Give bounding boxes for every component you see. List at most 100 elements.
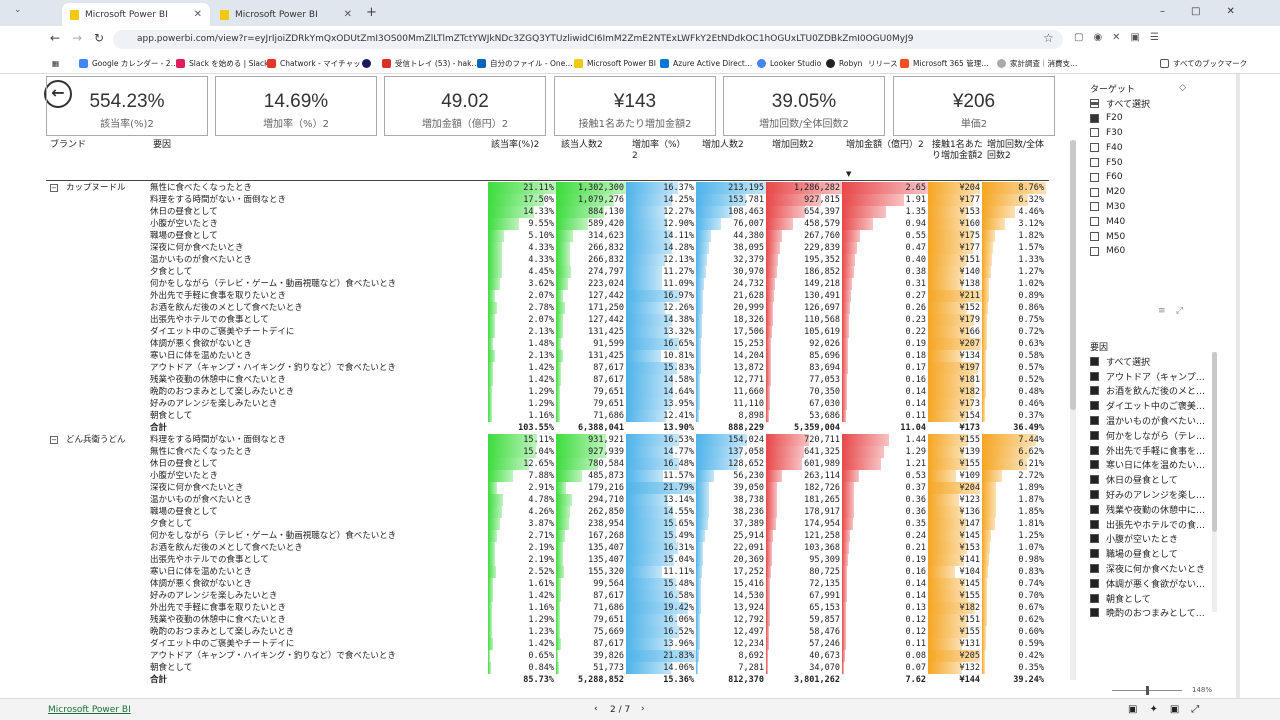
bookmark-item[interactable]: Slack を始める | Slack: [176, 58, 269, 68]
slicer-item[interactable]: 出張先やホテルでの食…: [1090, 517, 1220, 532]
checkbox[interactable]: [1090, 386, 1099, 396]
checkbox[interactable]: [1090, 445, 1099, 455]
checkbox[interactable]: [1090, 113, 1099, 123]
page-scrollbar[interactable]: [1236, 74, 1240, 698]
column-header[interactable]: 増加率（%）2: [632, 140, 690, 162]
next-page-button[interactable]: ›: [641, 704, 645, 714]
checkbox[interactable]: [1090, 128, 1099, 138]
column-header[interactable]: 増加回数2: [772, 140, 844, 151]
checkbox[interactable]: [1090, 143, 1099, 153]
slicer-item[interactable]: 好みのアレンジを楽し…: [1090, 487, 1220, 502]
table-scrollbar[interactable]: [1070, 140, 1076, 680]
slicer-item[interactable]: 朝食として: [1090, 591, 1220, 606]
checkbox[interactable]: [1090, 430, 1099, 440]
slicer-item[interactable]: 温かいものが食べたい…: [1090, 413, 1220, 428]
checkbox[interactable]: [1090, 578, 1099, 588]
bookmark-item[interactable]: [362, 58, 375, 68]
slicer-item[interactable]: すべて選択: [1090, 354, 1220, 369]
slicer-item[interactable]: F20: [1090, 111, 1230, 126]
filter-icon[interactable]: ≡: [1158, 306, 1166, 316]
slicer-item[interactable]: F30: [1090, 126, 1230, 141]
slicer-item[interactable]: 何かをしながら（テレ…: [1090, 428, 1220, 443]
bookmark-item[interactable]: 受信トレイ (53) - hak…: [382, 58, 479, 68]
slicer-item[interactable]: 小腹が空いたとき: [1090, 532, 1220, 547]
slicer-item[interactable]: M40: [1090, 214, 1230, 229]
collapse-icon[interactable]: −: [50, 184, 58, 192]
slicer-item[interactable]: 晩酌のおつまみとして…: [1090, 606, 1220, 621]
checkbox[interactable]: [1090, 490, 1099, 500]
bookmark-item[interactable]: Chatwork - マイチャット: [267, 58, 368, 68]
checkbox[interactable]: [1090, 172, 1099, 182]
table-scroll-thumb[interactable]: [1070, 140, 1076, 410]
column-header[interactable]: 増加回数/全体回数2: [987, 140, 1047, 162]
slicer-item[interactable]: 残業や夜勤の休憩中に…: [1090, 502, 1220, 517]
forward-icon[interactable]: →: [72, 31, 82, 45]
checkbox[interactable]: [1090, 246, 1099, 256]
checkbox[interactable]: [1090, 534, 1099, 544]
slicer-item[interactable]: M20: [1090, 185, 1230, 200]
slicer-item[interactable]: F40: [1090, 140, 1230, 155]
slicer-item[interactable]: すべて選択: [1090, 96, 1230, 111]
reload-icon[interactable]: ↻: [94, 31, 104, 45]
url-field[interactable]: app.powerbi.com/view?r=eyJrIjoiZDRkYmQxO…: [113, 30, 1063, 49]
close-icon[interactable]: ✕: [344, 9, 352, 20]
checkbox[interactable]: [1090, 202, 1099, 212]
checkbox[interactable]: [1090, 232, 1099, 242]
prev-page-button[interactable]: ‹: [594, 704, 598, 714]
slicer-item[interactable]: 職場の昼食として: [1090, 546, 1220, 561]
slicer-scroll-thumb[interactable]: [1212, 352, 1217, 532]
checkbox[interactable]: [1090, 504, 1099, 514]
window-controls[interactable]: –□✕: [1160, 6, 1261, 17]
checkbox[interactable]: [1090, 371, 1099, 381]
checkbox[interactable]: [1090, 187, 1099, 197]
slicer-item[interactable]: M50: [1090, 229, 1230, 244]
slicer-item[interactable]: 深夜に何か食べたいとき: [1090, 561, 1220, 576]
column-header[interactable]: 該当率(%)2: [491, 140, 555, 151]
checkbox[interactable]: [1090, 401, 1099, 411]
back-icon[interactable]: ←: [50, 31, 60, 45]
checkbox[interactable]: [1090, 593, 1099, 603]
column-header[interactable]: 接触1名あたり増加金額2: [932, 140, 984, 162]
tab-inactive[interactable]: Microsoft Power BI ✕: [212, 3, 360, 26]
slicer-item[interactable]: 体調が悪く食欲がない…: [1090, 576, 1220, 591]
bookmark-item[interactable]: リリース: [868, 58, 898, 68]
extension-icons[interactable]: ▢◉✕▣☰: [1074, 32, 1169, 43]
checkbox[interactable]: [1090, 564, 1099, 574]
column-header[interactable]: ブランド: [50, 140, 86, 151]
checkbox[interactable]: [1090, 217, 1099, 227]
bookmark-item[interactable]: Microsoft Power BI: [574, 58, 656, 68]
eraser-icon[interactable]: ◇: [1179, 83, 1186, 93]
slicer-item[interactable]: M30: [1090, 200, 1230, 215]
slicer-item[interactable]: M60: [1090, 244, 1230, 259]
checkbox[interactable]: [1090, 608, 1099, 618]
star-icon[interactable]: ☆: [1043, 31, 1054, 45]
bookmark-item[interactable]: Google カレンダー - 2…: [79, 58, 178, 68]
bookmark-item[interactable]: Robyn: [826, 58, 862, 68]
powerbi-link[interactable]: Microsoft Power BI: [48, 705, 131, 715]
slicer-item[interactable]: 寒い日に体を温めたい…: [1090, 458, 1220, 473]
bookmark-item[interactable]: Microsoft 365 管理…: [900, 58, 989, 68]
tab-active[interactable]: Microsoft Power BI ✕: [62, 3, 210, 26]
new-tab-button[interactable]: +: [366, 5, 377, 20]
apps-icon[interactable]: ▦: [52, 58, 59, 68]
slicer-item[interactable]: 休日の昼食として: [1090, 472, 1220, 487]
slicer-item[interactable]: ダイエット中のご褒美…: [1090, 398, 1220, 413]
tab-search-icon[interactable]: ⌄: [14, 5, 28, 19]
slicer-item[interactable]: お酒を飲んだ後のメと…: [1090, 384, 1220, 399]
column-header[interactable]: 増加人数2: [702, 140, 766, 151]
bookmark-item[interactable]: Azure Active Direct…: [660, 58, 752, 68]
bookmark-item[interactable]: 自分のファイル - One…: [477, 58, 573, 68]
checkbox[interactable]: [1090, 460, 1099, 470]
slicer-item[interactable]: F60: [1090, 170, 1230, 185]
checkbox[interactable]: [1090, 519, 1099, 529]
column-header[interactable]: 増加金額（億円）2: [846, 140, 926, 151]
slicer-item[interactable]: アウトドア（キャンプ…: [1090, 369, 1220, 384]
close-icon[interactable]: ✕: [194, 9, 202, 20]
checkbox[interactable]: [1090, 416, 1099, 426]
bookmark-item[interactable]: 家計調査｜消費支…: [997, 58, 1078, 68]
share-icons[interactable]: ▣✦▣⤢: [1128, 704, 1211, 715]
collapse-icon[interactable]: −: [50, 436, 58, 444]
column-header[interactable]: 要因: [153, 140, 171, 151]
column-header[interactable]: 該当人数2: [561, 140, 629, 151]
focus-mode-icon[interactable]: ⤢: [1176, 306, 1183, 316]
